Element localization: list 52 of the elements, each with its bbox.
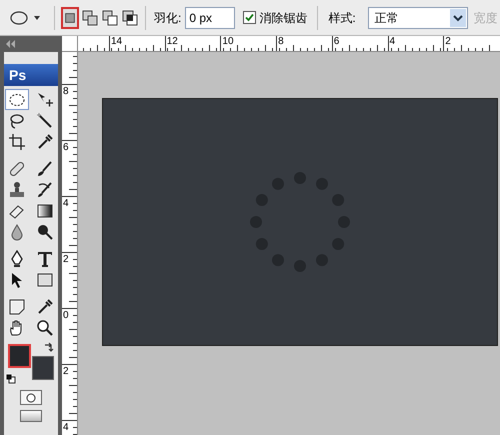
ruler-label: 4	[390, 36, 396, 48]
eyedropper-icon	[36, 298, 54, 316]
note-icon	[8, 298, 26, 316]
eyedropper-icon	[36, 132, 54, 150]
lasso-icon	[8, 112, 26, 130]
type-icon	[36, 250, 54, 268]
brush-icon	[36, 160, 54, 178]
move-icon	[36, 90, 54, 108]
screen-mode-button[interactable]	[20, 410, 42, 422]
background-color-swatch[interactable]	[32, 356, 54, 380]
rectangle-icon	[36, 270, 54, 288]
checkbox[interactable]	[243, 11, 256, 24]
ruler-label: 10	[222, 36, 234, 48]
ruler-label: 6	[63, 142, 69, 153]
magnifier-icon	[36, 318, 54, 336]
ruler-label: 4	[63, 198, 69, 209]
app-logo: Ps	[4, 64, 58, 86]
ruler-label: 14	[111, 36, 122, 48]
quick-mask-button[interactable]	[20, 390, 42, 405]
history-brush-icon	[36, 180, 54, 198]
magic-wand-icon	[36, 112, 54, 130]
feather-label: 羽化:	[154, 10, 182, 26]
checkmark-icon	[245, 13, 254, 22]
style-dropdown[interactable]: 正常	[368, 6, 468, 28]
ruler-label: 8	[63, 86, 69, 97]
style-label: 样式:	[328, 10, 356, 26]
new-selection-button[interactable]	[61, 6, 79, 28]
collapse-icon[interactable]	[6, 40, 16, 48]
crop-icon	[8, 132, 26, 150]
gradient-icon	[36, 202, 54, 220]
ruler-label: 4	[63, 422, 69, 433]
default-colors-icon[interactable]	[6, 374, 16, 384]
anti-alias-checkbox[interactable]: 消除锯齿	[243, 8, 308, 26]
feather-input[interactable]: 0 px	[185, 6, 236, 28]
circle-icon	[26, 392, 36, 402]
stamp-icon	[8, 180, 26, 198]
ruler-label: 2	[63, 254, 69, 265]
ellipse-icon	[10, 10, 28, 24]
tool-button[interactable]	[5, 89, 29, 110]
caret-icon	[34, 16, 40, 20]
ruler-label: 8	[278, 36, 284, 48]
swap-icon[interactable]	[44, 342, 54, 352]
ruler-label: 0	[63, 310, 69, 321]
ruler-label: 6	[334, 36, 340, 48]
ruler-label: 2	[445, 36, 451, 48]
style-value: 正常	[374, 10, 399, 26]
ruler-label: 2	[63, 366, 69, 377]
ruler-label: 12	[166, 36, 178, 48]
foreground-color-swatch[interactable]	[8, 344, 31, 368]
chevron-down-icon	[450, 8, 466, 26]
burn-icon	[36, 222, 54, 240]
width-label: 宽度	[474, 10, 498, 26]
